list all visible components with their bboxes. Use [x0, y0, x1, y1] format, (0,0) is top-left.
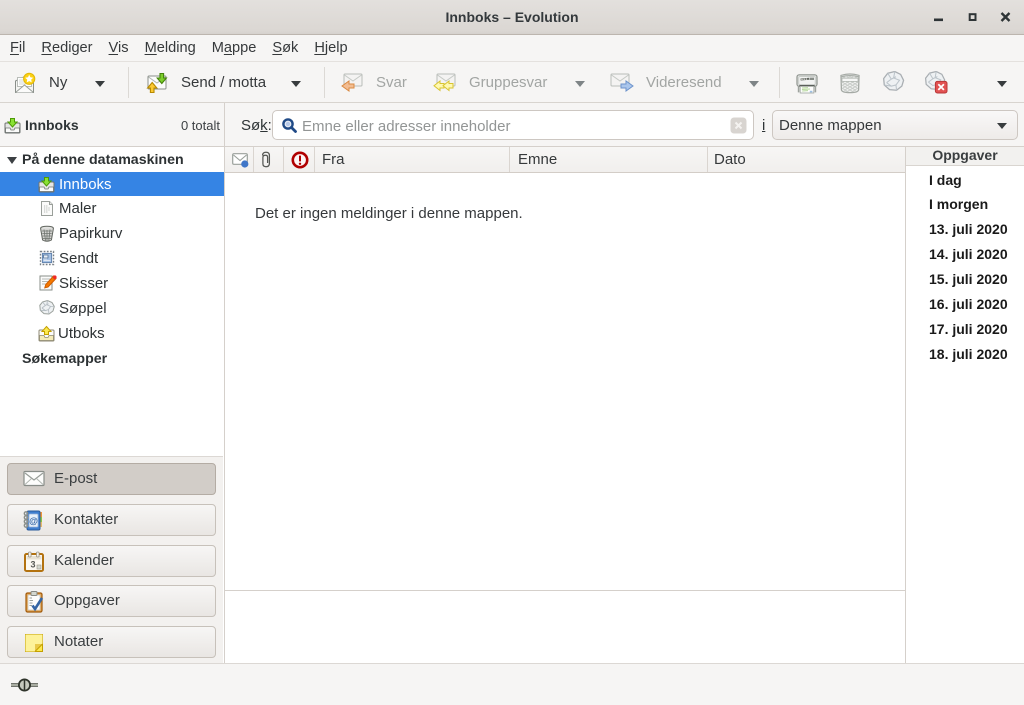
svg-text:@: @	[29, 516, 38, 526]
svg-text:3: 3	[30, 559, 35, 569]
